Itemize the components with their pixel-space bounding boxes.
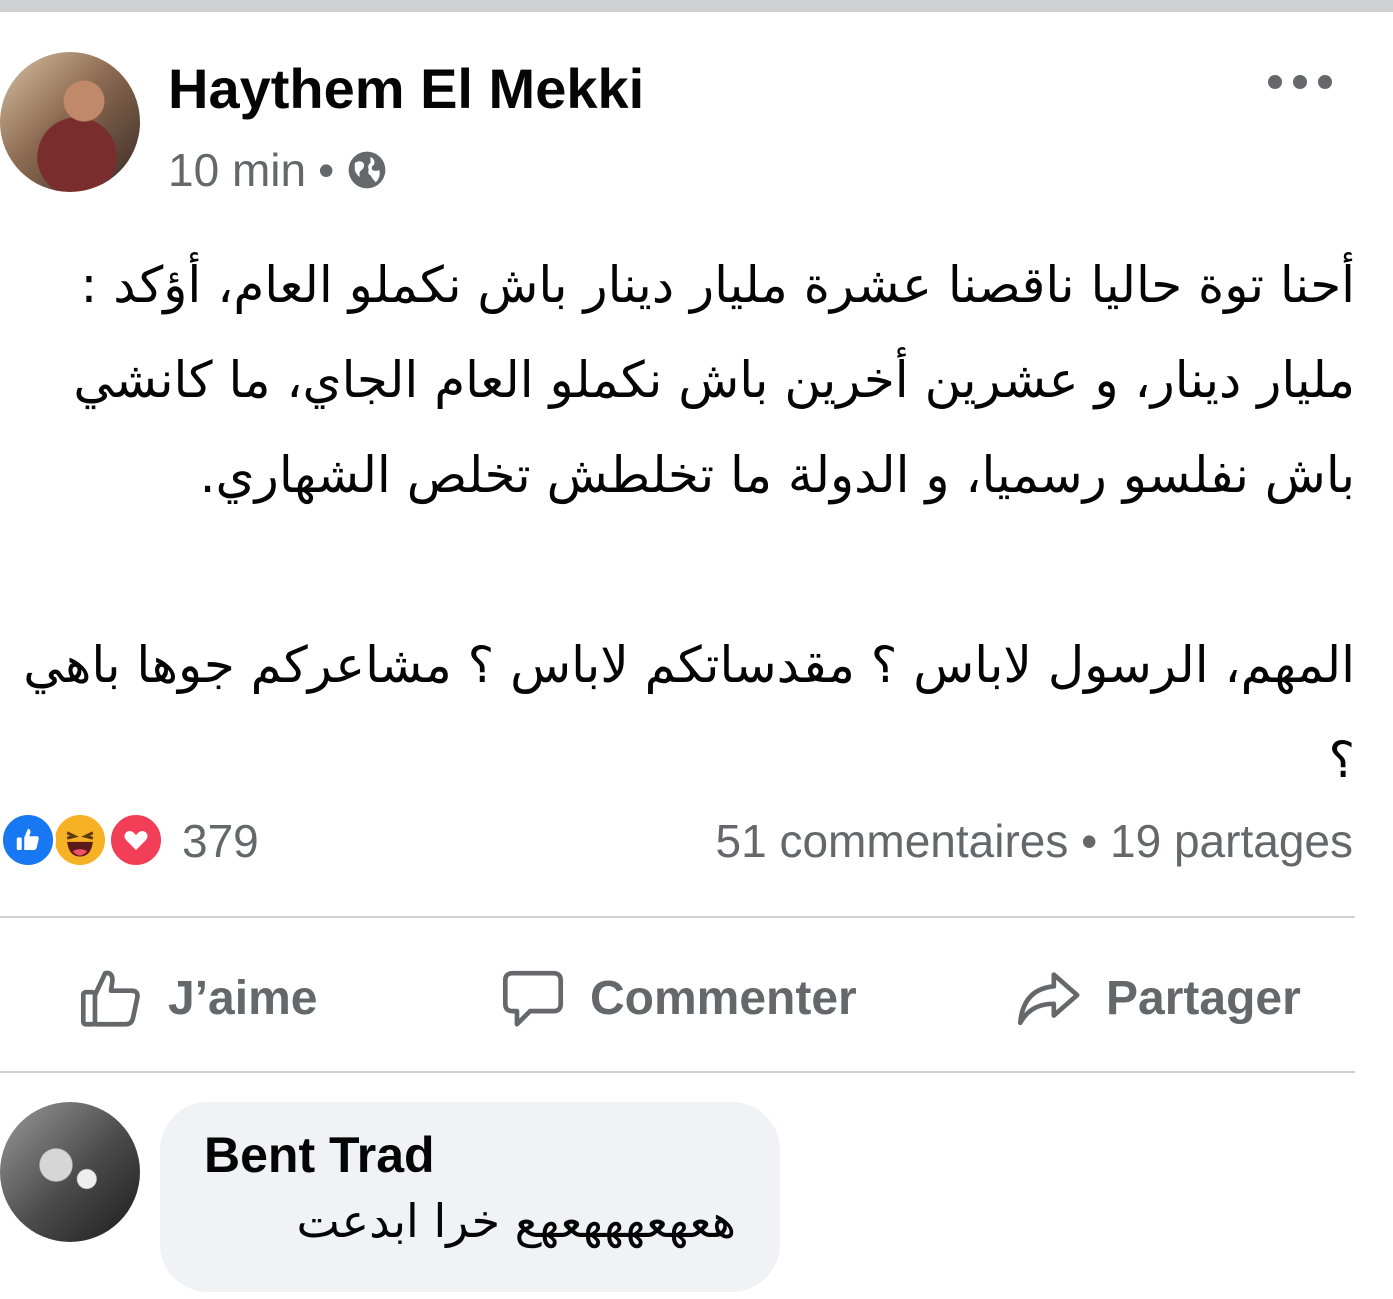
post-meta: 10 min •: [168, 140, 388, 200]
comment-text: هعهعهههعهع خرا ابدعت: [296, 1194, 736, 1248]
share-button[interactable]: Partager: [1012, 958, 1301, 1038]
more-dots-icon[interactable]: [1268, 62, 1332, 102]
dot: [1268, 75, 1282, 89]
commenter-name[interactable]: Bent Trad: [204, 1126, 736, 1184]
like-button[interactable]: J’aime: [76, 958, 317, 1038]
reaction-count[interactable]: 379: [182, 814, 259, 868]
comment-button[interactable]: Commenter: [498, 958, 857, 1038]
comment-icon: [498, 963, 568, 1033]
author-name[interactable]: Haythem El Mekki: [168, 56, 644, 121]
shares-count[interactable]: 19 partages: [1110, 815, 1353, 867]
love-icon[interactable]: [108, 812, 164, 868]
dot: [1318, 75, 1332, 89]
comments-count[interactable]: 51 commentaires: [716, 815, 1069, 867]
share-arrow-icon: [1012, 963, 1084, 1033]
divider-top: [0, 916, 1355, 918]
globe-icon: [346, 149, 388, 191]
post-timestamp[interactable]: 10 min: [168, 143, 306, 197]
stats-separator: •: [1081, 815, 1098, 867]
meta-separator: •: [318, 144, 335, 196]
commenter-avatar[interactable]: [0, 1102, 140, 1242]
post-paragraph-2: المهم، الرسول لاباس ؟ مقدساتكم لاباس ؟ م…: [23, 636, 1355, 789]
haha-icon[interactable]: [52, 812, 108, 868]
post-paragraph-1: أحنا توة حاليا ناقصنا عشرة مليار دينار ب…: [73, 256, 1355, 504]
engagement-stats: 51 commentaires • 19 partages: [716, 814, 1353, 868]
share-label: Partager: [1106, 971, 1301, 1025]
thumbs-up-icon: [76, 963, 146, 1033]
post-body: أحنا توة حاليا ناقصنا عشرة مليار دينار ب…: [20, 238, 1355, 808]
like-label: J’aime: [168, 971, 318, 1025]
divider-bottom: [0, 1071, 1355, 1073]
reactions-summary: 379 51 commentaires • 19 partages: [0, 808, 1393, 872]
author-avatar[interactable]: [0, 52, 140, 192]
comment-label: Commenter: [590, 971, 857, 1025]
like-icon[interactable]: [0, 812, 56, 868]
top-edge-bar: [0, 0, 1393, 12]
comment-bubble[interactable]: Bent Trad هعهعهههعهع خرا ابدعت: [160, 1102, 780, 1292]
dot: [1293, 75, 1307, 89]
